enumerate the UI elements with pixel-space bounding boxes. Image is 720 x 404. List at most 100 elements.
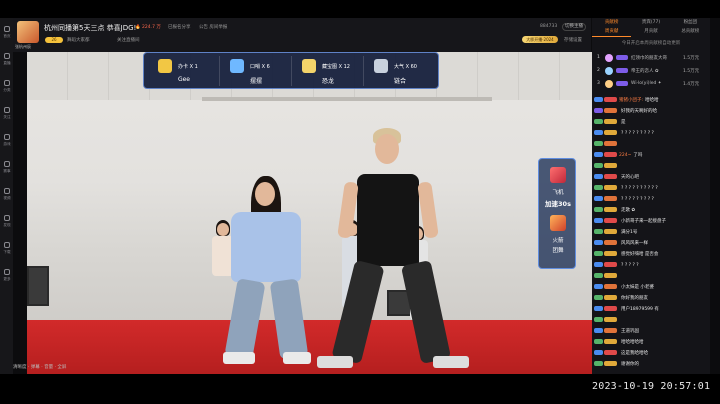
chat-message[interactable]: 王道巩固	[594, 327, 709, 336]
nav-item-0[interactable]: 首页	[0, 24, 13, 44]
nav-item-7[interactable]: 发现	[0, 213, 13, 233]
chat-message[interactable]: 这是我哈哈哈	[594, 349, 709, 358]
rank-row[interactable]: 3 Wi·lo(yi)led ✦ 1.4万元	[597, 79, 709, 90]
chat-message[interactable]: 走歌 ✿	[594, 206, 709, 215]
user-level-badge	[594, 284, 603, 289]
chat-text: ? ? ? ? ? ? ? ? ? ?	[621, 186, 658, 191]
user-level-badge	[594, 240, 603, 245]
side-rocket-widget[interactable]: 飞机 加速30s 火箭 团舞	[538, 158, 576, 269]
room-title: 杭州同播第5天三点 恭喜JDG!	[44, 24, 137, 32]
switch-button[interactable]: 切换主播	[562, 23, 586, 31]
rank-score: 1.5万元	[683, 56, 700, 61]
chat-message[interactable]	[594, 272, 709, 281]
follow-label[interactable]: 已报名分享	[168, 24, 191, 30]
fan-badge	[604, 361, 617, 366]
user-level-badge	[594, 306, 603, 311]
chat-message[interactable]: 猪猪小团子: 哈哈哈	[594, 96, 709, 105]
subscribe-label[interactable]: 关注直播间	[117, 37, 140, 43]
chat-username[interactable]: 224~	[619, 153, 631, 158]
rank-number: 3	[597, 81, 600, 86]
chat-message[interactable]: 224~ 了吗	[594, 151, 709, 160]
chat-message[interactable]: 满分1号	[594, 228, 709, 237]
gift-name: Gee	[177, 76, 191, 83]
gift-icon	[158, 59, 172, 73]
gold-pill[interactable]: 大胖开播·2024	[522, 36, 558, 43]
window-top-bar	[0, 0, 720, 18]
chat-text: 这是我哈哈哈	[621, 351, 648, 356]
rank-row[interactable]: 1 红领巾的朋友大哥 1.5万元	[597, 53, 709, 64]
chat-message[interactable]: ? ? ? ? ? ? ? ? ?	[594, 195, 709, 204]
nav-item-2[interactable]: 分类	[0, 78, 13, 98]
rank-subtab[interactable]: 月贡献	[631, 27, 670, 37]
rank-subtab[interactable]: 周贡献	[592, 27, 632, 37]
rank-subtab[interactable]: 总贡献榜	[671, 27, 710, 37]
video-icon	[3, 188, 10, 194]
right-panel: 贡献榜 贵宾(77) 粉丝团 周贡献 月贡献 总贡献榜 今日开启本周贡献榜自动更新 1 红…	[592, 18, 710, 374]
chat-list: 猪猪小团子: 哈哈哈 好我的天啊好的哈是 ? ? ? ? ? ? ? ? ? 224~ 了…	[592, 96, 710, 372]
chat-message[interactable]: ? ? ? ? ? ? ? ? ? ?	[594, 184, 709, 193]
chat-username[interactable]: 猪猪小团子:	[619, 98, 643, 103]
rank-avatar	[605, 54, 613, 62]
nav-label: 视频	[2, 195, 11, 200]
chat-message[interactable]	[594, 140, 709, 149]
gift-icon	[302, 59, 316, 73]
gift-item[interactable]: 口哨 X 6 摆摆	[222, 55, 290, 88]
chat-message[interactable]: 小新哥子来一起接盘子	[594, 217, 709, 226]
rank-hint: 今日开启本周贡献榜自动更新	[621, 41, 681, 46]
chat-message[interactable]: 哈哈哈哈哈	[594, 338, 709, 347]
chat-message[interactable]	[594, 316, 709, 325]
nav-item-4[interactable]: 游戏	[0, 132, 13, 152]
nav-item-3[interactable]: 关注	[0, 105, 13, 125]
nav-item-8[interactable]: 下载	[0, 240, 13, 260]
chat-text: 用户18979599 有	[621, 307, 659, 312]
chat-message[interactable]: 风风风来一样	[594, 239, 709, 248]
chat-message[interactable]: 用户18979599 有	[594, 305, 709, 314]
discover-icon	[3, 215, 10, 221]
gift-name: 链合	[393, 78, 406, 85]
rank-row[interactable]: 2 帝王的恋人 ✿ 1.5万元	[597, 66, 709, 77]
nav-item-6[interactable]: 视频	[0, 186, 13, 206]
user-level-badge	[594, 207, 603, 212]
chat-message[interactable]: 好我的天啊好的哈	[594, 107, 709, 116]
user-level-badge	[594, 141, 603, 146]
nav-item-9[interactable]: 更多	[0, 267, 13, 287]
side-timer: 加速30s	[545, 200, 571, 208]
rank-number: 1	[597, 55, 600, 60]
chat-message[interactable]: 感觉好嗨哈 是否会	[594, 250, 709, 259]
nav-item-1[interactable]: 直播	[0, 51, 13, 71]
save-settings[interactable]: 存储设置	[564, 37, 582, 43]
user-level-badge	[594, 196, 603, 201]
nav-label: 发现	[2, 222, 11, 227]
chat-message[interactable]: ? ? ? ? ?	[594, 261, 709, 270]
report-label[interactable]: 公告 房间举报	[199, 24, 227, 30]
follow-icon	[3, 107, 10, 113]
video-controls[interactable]: 清晰度 · 弹幕 · 音量 · 全屏	[13, 364, 66, 370]
chat-message[interactable]: 是	[594, 118, 709, 127]
chat-text: ? ? ? ? ?	[621, 263, 639, 268]
chat-message[interactable]: 谢谢你的	[594, 360, 709, 369]
panel-tab[interactable]: 粉丝团	[671, 18, 710, 27]
user-level-badge	[594, 97, 603, 102]
chat-message[interactable]: ? ? ? ? ? ? ? ? ?	[594, 129, 709, 138]
gift-item[interactable]: 大气 X 60 链合	[366, 55, 434, 88]
chat-message[interactable]: 小太妹是 小老婆	[594, 283, 709, 292]
gift-item[interactable]: 办卡 X 1 Gee	[150, 55, 218, 88]
chat-text: 王道巩固	[621, 329, 639, 334]
nav-label: 更多	[2, 276, 11, 281]
user-level-badge	[594, 328, 603, 333]
panel-tab[interactable]: 贡献榜	[592, 18, 631, 27]
fan-badge	[604, 218, 617, 223]
fan-badge	[604, 174, 617, 179]
video-player[interactable]: 办卡 X 1 Gee 口哨 X 6 摆摆 藏宝图 X 12 恐龙 大气 X 60 链合 飞机 …	[27, 52, 592, 374]
fan-badge	[604, 130, 617, 135]
chat-message[interactable]: 天的心吧	[594, 173, 709, 182]
panel-tab[interactable]: 贵宾(77)	[631, 18, 670, 27]
side-top-label: 飞机	[552, 190, 564, 196]
chat-message[interactable]	[594, 162, 709, 171]
nav-item-5[interactable]: 赛事	[0, 159, 13, 179]
chat-text: 小新哥子来一起接盘子	[621, 219, 666, 224]
gift-item[interactable]: 藏宝图 X 12 恐龙	[294, 55, 362, 88]
chat-message[interactable]: 你好我的朋友	[594, 294, 709, 303]
streamer-avatar[interactable]	[17, 21, 39, 43]
fan-badge	[604, 284, 617, 289]
